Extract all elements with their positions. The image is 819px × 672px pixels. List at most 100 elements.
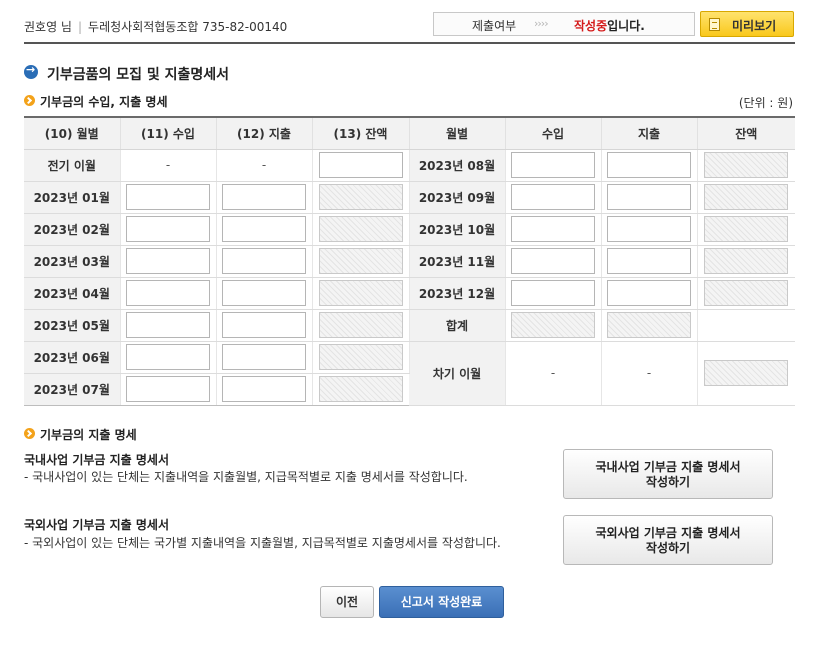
status-value: 작성중입니다. [574, 17, 645, 34]
table-header-row: (10) 월별 (11) 수입 (12) 지출 (13) 잔액 월별 수입 지출… [24, 117, 795, 150]
expense-input[interactable] [607, 152, 691, 178]
income-input[interactable] [511, 248, 595, 274]
divider: | [77, 20, 83, 34]
submission-status-box: 제출여부 ›››› 작성중입니다. [433, 12, 695, 36]
cell [216, 181, 313, 214]
row-label-right: 2023년 10월 [409, 213, 506, 246]
cell [216, 213, 313, 246]
cell [312, 181, 410, 214]
user-name: 권호영 님 [24, 20, 72, 34]
cell [697, 277, 795, 310]
expense-input[interactable] [222, 216, 306, 242]
status-value-red: 작성중 [574, 19, 608, 33]
row-label-left: 2023년 07월 [24, 373, 121, 406]
expense-input[interactable] [607, 280, 691, 306]
cell [505, 213, 602, 246]
balance-readonly-field [318, 312, 403, 338]
expense-input[interactable] [222, 312, 306, 338]
row-label-left: 2023년 01월 [24, 181, 121, 214]
row-label-right: 2023년 08월 [409, 149, 506, 182]
expense-input[interactable] [222, 280, 306, 306]
expense-input[interactable] [222, 344, 306, 370]
income-input[interactable] [126, 280, 210, 306]
row-label-right: 2023년 12월 [409, 277, 506, 310]
dash-cell: - [120, 149, 217, 182]
cell [312, 149, 410, 182]
cell [216, 277, 313, 310]
page-title: 기부금품의 모집 및 지출명세서 [47, 67, 230, 83]
arrows-icon: ›››› [534, 17, 549, 30]
empty-cell [697, 309, 795, 342]
balance-readonly-field [704, 248, 789, 274]
row-label-carryover: 전기 이월 [24, 149, 121, 182]
expense-input[interactable] [222, 248, 306, 274]
balance-readonly-field [318, 216, 403, 242]
total-income-readonly-field [511, 312, 595, 338]
complete-report-button[interactable]: 신고서 작성완료 [379, 586, 504, 618]
arrow-circle-icon [24, 63, 38, 79]
header-balance: (13) 잔액 [312, 117, 410, 150]
income-input[interactable] [511, 216, 595, 242]
button-label-line2: 작성하기 [645, 475, 691, 489]
preview-button[interactable]: 미리보기 [700, 11, 794, 37]
next-carryover-readonly-field [704, 360, 789, 386]
table-row: 2023년 01월 2023년 09월 [24, 181, 795, 214]
cell [601, 277, 698, 310]
row-label-right: 2023년 09월 [409, 181, 506, 214]
cell [505, 149, 602, 182]
expense-input[interactable] [607, 248, 691, 274]
total-expense-readonly-field [607, 312, 691, 338]
cell [697, 181, 795, 214]
row-label-left: 2023년 04월 [24, 277, 121, 310]
cell [505, 181, 602, 214]
row-label-total: 합계 [409, 309, 506, 342]
income-input[interactable] [126, 376, 210, 402]
income-input[interactable] [126, 184, 210, 210]
previous-button[interactable]: 이전 [320, 586, 374, 618]
income-input[interactable] [511, 184, 595, 210]
expense-input[interactable] [222, 184, 306, 210]
organization-info: 두레청사회적협동조합 735-82-00140 [88, 20, 288, 34]
button-label-line1: 국내사업 기부금 지출 명세서 [595, 460, 741, 474]
unit-label: (단위 : 원) [738, 96, 793, 110]
cell [601, 181, 698, 214]
income-input[interactable] [126, 344, 210, 370]
cell [697, 149, 795, 182]
domestic-expense-write-button[interactable]: 국내사업 기부금 지출 명세서 작성하기 [563, 449, 773, 499]
header-month-right: 월별 [409, 117, 506, 150]
income-input[interactable] [126, 312, 210, 338]
cell [216, 373, 313, 406]
expense-input[interactable] [607, 216, 691, 242]
carryover-balance-input[interactable] [318, 152, 403, 178]
balance-readonly-field [704, 184, 789, 210]
top-bar: 권호영 님 | 두레청사회적협동조합 735-82-00140 제출여부 ›››› … [24, 8, 795, 44]
table-row: 2023년 04월 2023년 12월 [24, 277, 795, 310]
row-label-next-carryover: 차기 이월 [409, 341, 506, 406]
foreign-expense-write-button[interactable]: 국외사업 기부금 지출 명세서 작성하기 [563, 515, 773, 565]
income-input[interactable] [126, 216, 210, 242]
expense-input[interactable] [222, 376, 306, 402]
income-input[interactable] [511, 280, 595, 306]
cell [697, 213, 795, 246]
cell [120, 181, 217, 214]
row-label-left: 2023년 06월 [24, 341, 121, 374]
income-input[interactable] [511, 152, 595, 178]
income-input[interactable] [126, 248, 210, 274]
income-expense-table: (10) 월별 (11) 수입 (12) 지출 (13) 잔액 월별 수입 지출… [24, 116, 795, 406]
expense-input[interactable] [607, 184, 691, 210]
dash-cell: - [216, 149, 313, 182]
table-row: 2023년 02월 2023년 10월 [24, 213, 795, 246]
balance-readonly-field [704, 152, 789, 178]
cell [601, 149, 698, 182]
user-info: 권호영 님 | 두레청사회적협동조합 735-82-00140 [24, 18, 287, 35]
balance-readonly-field [318, 344, 403, 370]
cell [120, 341, 217, 374]
cell [312, 245, 410, 278]
cell [120, 245, 217, 278]
header-expense: (12) 지출 [216, 117, 313, 150]
balance-readonly-field [704, 280, 789, 306]
cell [601, 213, 698, 246]
balance-readonly-field [318, 248, 403, 274]
cell [312, 309, 410, 342]
dash-cell: - [505, 341, 602, 406]
